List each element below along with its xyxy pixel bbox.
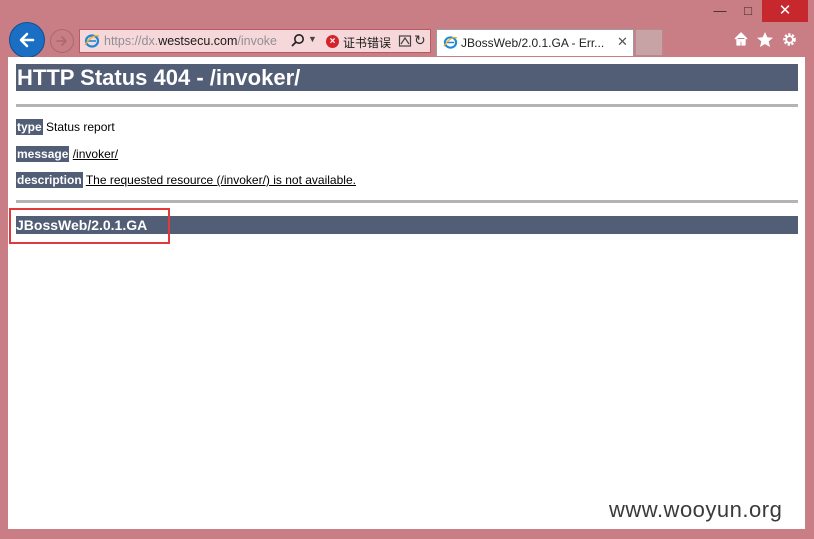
- message-value: /invoker/: [72, 147, 119, 161]
- close-window-button[interactable]: ✕: [762, 0, 808, 22]
- browser-window: — □ ✕ https://dx.westsecu.com/invoke ▼ ×…: [0, 0, 814, 539]
- forward-button[interactable]: [50, 29, 74, 53]
- settings-gear-icon[interactable]: [781, 31, 798, 48]
- refresh-icon[interactable]: ↻: [414, 32, 426, 49]
- ie-logo-icon: [443, 36, 458, 49]
- compatibility-view-icon[interactable]: [398, 34, 412, 48]
- favorites-star-icon[interactable]: [756, 31, 774, 48]
- divider: [16, 104, 798, 107]
- message-row: message /invoker/: [16, 146, 119, 162]
- address-bar[interactable]: https://dx.westsecu.com/invoke ▼ × 证书错误 …: [79, 29, 431, 53]
- highlight-box: [9, 208, 170, 244]
- dropdown-icon[interactable]: ▼: [308, 34, 317, 44]
- url-host: westsecu.com: [158, 34, 238, 48]
- tab-active[interactable]: JBossWeb/2.0.1.GA - Err... ✕: [436, 29, 634, 56]
- type-label: type: [16, 119, 43, 135]
- certificate-error-icon[interactable]: ×: [326, 35, 339, 48]
- home-icon[interactable]: [733, 31, 749, 47]
- ie-logo-icon: [84, 34, 100, 48]
- certificate-error-label[interactable]: 证书错误: [343, 34, 391, 51]
- watermark-text: www.wooyun.org: [609, 497, 783, 522]
- forward-arrow-icon: [56, 36, 67, 46]
- new-tab-button[interactable]: [635, 29, 663, 56]
- url-suffix: /invoke: [237, 34, 278, 48]
- divider: [16, 200, 798, 203]
- tab-title: JBossWeb/2.0.1.GA - Err...: [461, 36, 605, 50]
- tab-close-button[interactable]: ✕: [617, 34, 628, 50]
- description-row: description The requested resource (/inv…: [16, 172, 356, 188]
- type-row: type Status report: [16, 119, 115, 135]
- description-label: description: [16, 172, 83, 188]
- page-content: HTTP Status 404 - /invoker/ type Status …: [8, 57, 805, 529]
- back-arrow-icon: [19, 32, 35, 48]
- back-button[interactable]: [9, 22, 45, 58]
- search-icon[interactable]: [290, 33, 305, 48]
- url-text[interactable]: https://dx.westsecu.com/invoke: [104, 34, 286, 50]
- page-title: HTTP Status 404 - /invoker/: [16, 64, 798, 91]
- description-value: The requested resource (/invoker/) is no…: [85, 173, 356, 187]
- message-label: message: [16, 146, 70, 162]
- url-prefix: https://dx.: [104, 34, 159, 48]
- type-value: Status report: [46, 120, 115, 134]
